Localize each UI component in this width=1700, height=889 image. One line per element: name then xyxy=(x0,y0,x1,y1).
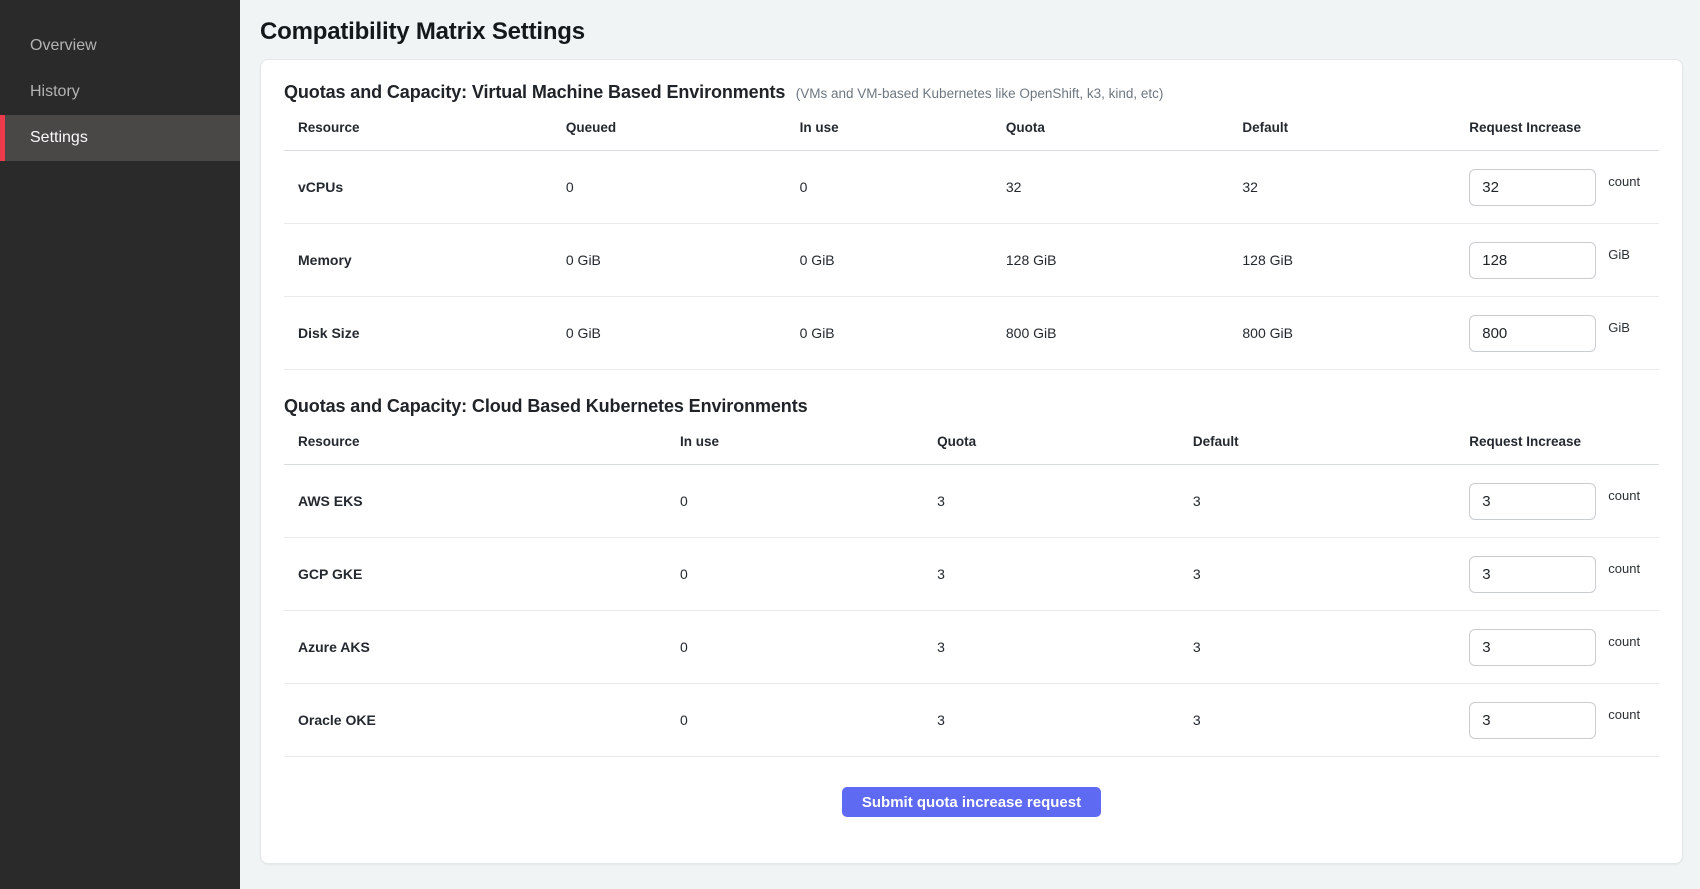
resource-label: GCP GKE xyxy=(284,566,680,582)
resource-label: Oracle OKE xyxy=(284,712,680,728)
queued-value: 0 xyxy=(566,179,800,195)
table-row-gcp-gke: GCP GKE 0 3 3 count xyxy=(284,538,1659,611)
main-content: Compatibility Matrix Settings Quotas and… xyxy=(240,0,1700,889)
resource-label: vCPUs xyxy=(284,179,566,195)
quota-value: 3 xyxy=(937,639,1193,655)
quota-value: 800 GiB xyxy=(1006,325,1243,341)
in-use-value: 0 GiB xyxy=(800,252,1006,268)
quota-value: 3 xyxy=(937,712,1193,728)
sidebar-item-settings-label: Settings xyxy=(30,129,88,147)
table-row-disk-size: Disk Size 0 GiB 0 GiB 800 GiB 800 GiB Gi… xyxy=(284,297,1659,370)
quota-value: 128 GiB xyxy=(1006,252,1243,268)
cloud-table-header-row: Resource In use Quota Default Request In… xyxy=(284,419,1659,465)
in-use-value: 0 GiB xyxy=(800,325,1006,341)
unit-label: count xyxy=(1608,488,1640,503)
card-footer: Submit quota increase request xyxy=(284,757,1659,843)
vm-col-in-use: In use xyxy=(800,120,1006,135)
memory-request-input[interactable] xyxy=(1469,242,1596,279)
request-increase-cell: count xyxy=(1469,483,1659,520)
submit-quota-button[interactable]: Submit quota increase request xyxy=(842,787,1101,817)
app-root: Overview History Settings Compatibility … xyxy=(0,0,1700,889)
table-row-aws-eks: AWS EKS 0 3 3 count xyxy=(284,465,1659,538)
cloud-col-in-use: In use xyxy=(680,434,937,449)
sidebar-nav: Overview History Settings xyxy=(0,23,240,161)
sidebar-item-history[interactable]: History xyxy=(0,69,240,115)
default-value: 3 xyxy=(1193,493,1469,509)
table-row-azure-aks: Azure AKS 0 3 3 count xyxy=(284,611,1659,684)
unit-label: count xyxy=(1608,634,1640,649)
in-use-value: 0 xyxy=(680,566,937,582)
unit-label: count xyxy=(1608,561,1640,576)
unit-label: count xyxy=(1608,174,1640,189)
cloud-section-title: Quotas and Capacity: Cloud Based Kuberne… xyxy=(284,396,808,416)
azure-aks-request-input[interactable] xyxy=(1469,629,1596,666)
default-value: 800 GiB xyxy=(1242,325,1469,341)
vm-table-header-row: Resource Queued In use Quota Default Req… xyxy=(284,105,1659,151)
unit-label: count xyxy=(1608,707,1640,722)
request-increase-cell: count xyxy=(1469,702,1659,739)
settings-card: Quotas and Capacity: Virtual Machine Bas… xyxy=(260,59,1683,864)
table-row-memory: Memory 0 GiB 0 GiB 128 GiB 128 GiB GiB xyxy=(284,224,1659,297)
queued-value: 0 GiB xyxy=(566,325,800,341)
cloud-col-resource: Resource xyxy=(284,434,680,449)
vm-quota-table: Resource Queued In use Quota Default Req… xyxy=(284,105,1659,370)
request-increase-cell: count xyxy=(1469,169,1659,206)
quota-value: 3 xyxy=(937,566,1193,582)
request-increase-cell: GiB xyxy=(1469,242,1659,279)
in-use-value: 0 xyxy=(680,639,937,655)
default-value: 3 xyxy=(1193,639,1469,655)
cloud-col-quota: Quota xyxy=(937,434,1193,449)
default-value: 32 xyxy=(1242,179,1469,195)
unit-label: GiB xyxy=(1608,247,1630,262)
resource-label: Disk Size xyxy=(284,325,566,341)
sidebar-item-overview-label: Overview xyxy=(30,37,97,55)
default-value: 128 GiB xyxy=(1242,252,1469,268)
request-increase-cell: count xyxy=(1469,556,1659,593)
active-accent-bar xyxy=(0,115,5,161)
page-title: Compatibility Matrix Settings xyxy=(260,18,1683,46)
sidebar-item-history-label: History xyxy=(30,83,80,101)
table-row-vcpus: vCPUs 0 0 32 32 count xyxy=(284,151,1659,224)
oracle-oke-request-input[interactable] xyxy=(1469,702,1596,739)
aws-eks-request-input[interactable] xyxy=(1469,483,1596,520)
vm-section-title: Quotas and Capacity: Virtual Machine Bas… xyxy=(284,82,785,102)
unit-label: GiB xyxy=(1608,320,1630,335)
in-use-value: 0 xyxy=(680,712,937,728)
vcpus-request-input[interactable] xyxy=(1469,169,1596,206)
default-value: 3 xyxy=(1193,566,1469,582)
request-increase-cell: GiB xyxy=(1469,315,1659,352)
table-row-oracle-oke: Oracle OKE 0 3 3 count xyxy=(284,684,1659,757)
cloud-section-header: Quotas and Capacity: Cloud Based Kuberne… xyxy=(284,396,1659,417)
vm-col-resource: Resource xyxy=(284,120,566,135)
vm-col-queued: Queued xyxy=(566,120,800,135)
default-value: 3 xyxy=(1193,712,1469,728)
cloud-quota-table: Resource In use Quota Default Request In… xyxy=(284,419,1659,757)
vm-section-subtitle: (VMs and VM-based Kubernetes like OpenSh… xyxy=(796,86,1164,101)
cloud-col-default: Default xyxy=(1193,434,1469,449)
gcp-gke-request-input[interactable] xyxy=(1469,556,1596,593)
vm-section-header: Quotas and Capacity: Virtual Machine Bas… xyxy=(284,82,1659,103)
quota-value: 32 xyxy=(1006,179,1243,195)
resource-label: AWS EKS xyxy=(284,493,680,509)
sidebar-item-settings[interactable]: Settings xyxy=(0,115,240,161)
vm-col-quota: Quota xyxy=(1006,120,1243,135)
in-use-value: 0 xyxy=(680,493,937,509)
resource-label: Azure AKS xyxy=(284,639,680,655)
request-increase-cell: count xyxy=(1469,629,1659,666)
queued-value: 0 GiB xyxy=(566,252,800,268)
disk-size-request-input[interactable] xyxy=(1469,315,1596,352)
vm-col-request-increase: Request Increase xyxy=(1469,120,1659,135)
vm-col-default: Default xyxy=(1242,120,1469,135)
quota-value: 3 xyxy=(937,493,1193,509)
sidebar-item-overview[interactable]: Overview xyxy=(0,23,240,69)
resource-label: Memory xyxy=(284,252,566,268)
in-use-value: 0 xyxy=(800,179,1006,195)
cloud-col-request-increase: Request Increase xyxy=(1469,434,1659,449)
sidebar: Overview History Settings xyxy=(0,0,240,889)
